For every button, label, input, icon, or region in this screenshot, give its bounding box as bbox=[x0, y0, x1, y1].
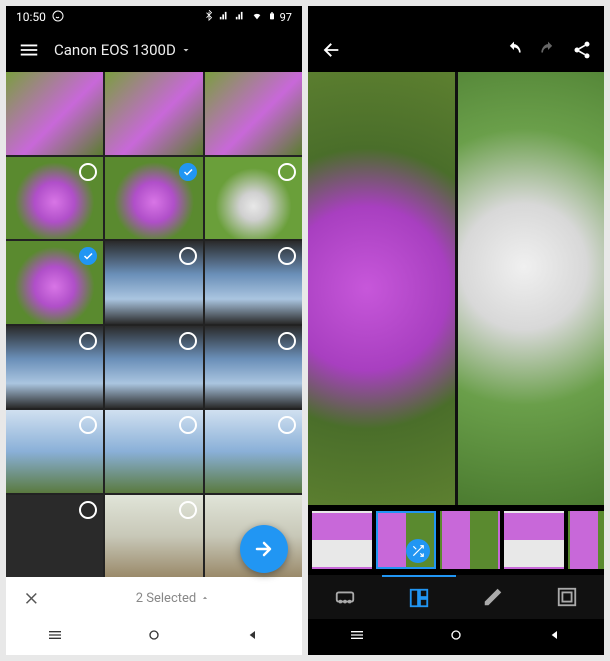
selected-check-icon[interactable] bbox=[79, 247, 97, 265]
album-dropdown[interactable]: Canon EOS 1300D bbox=[54, 41, 290, 59]
status-bar: 10:50 97 bbox=[6, 6, 302, 28]
selection-circle-icon[interactable] bbox=[179, 416, 197, 434]
photo-thumbnail[interactable] bbox=[105, 410, 202, 493]
shuffle-icon[interactable] bbox=[406, 539, 430, 563]
photo-grid bbox=[6, 72, 302, 577]
preview-pane-right[interactable] bbox=[458, 72, 605, 505]
selection-circle-icon[interactable] bbox=[179, 247, 197, 265]
menu-icon[interactable] bbox=[18, 39, 40, 61]
photo-thumbnail[interactable] bbox=[205, 241, 302, 324]
battery-percent: 97 bbox=[280, 11, 292, 24]
tab-edit[interactable] bbox=[456, 575, 530, 619]
layout-option[interactable] bbox=[312, 511, 372, 569]
next-button[interactable] bbox=[240, 525, 288, 573]
status-bar bbox=[308, 6, 604, 28]
selection-circle-icon[interactable] bbox=[278, 416, 296, 434]
selection-circle-icon[interactable] bbox=[179, 501, 197, 519]
photo-thumbnail[interactable] bbox=[6, 410, 103, 493]
selection-circle-icon[interactable] bbox=[278, 332, 296, 350]
selection-circle-icon[interactable] bbox=[79, 416, 97, 434]
nav-bar bbox=[308, 619, 604, 655]
layout-option[interactable] bbox=[440, 511, 500, 569]
photo-thumbnail[interactable] bbox=[105, 241, 202, 324]
selected-check-icon[interactable] bbox=[179, 163, 197, 181]
photo-thumbnail[interactable] bbox=[205, 72, 302, 155]
selection-circle-icon[interactable] bbox=[79, 163, 97, 181]
layout-option[interactable] bbox=[504, 511, 564, 569]
nav-home-icon[interactable] bbox=[146, 627, 162, 647]
tab-aspect[interactable] bbox=[308, 575, 382, 619]
editor-tabs bbox=[308, 575, 604, 619]
layout-option[interactable] bbox=[376, 511, 436, 569]
selection-circle-icon[interactable] bbox=[179, 332, 197, 350]
layout-carousel[interactable] bbox=[308, 505, 604, 575]
editor-toolbar bbox=[308, 28, 604, 72]
tab-border[interactable] bbox=[530, 575, 604, 619]
photo-thumbnail[interactable] bbox=[6, 495, 103, 578]
selection-circle-icon[interactable] bbox=[79, 332, 97, 350]
editor-screen bbox=[308, 6, 604, 655]
wifi-icon bbox=[250, 10, 264, 24]
photo-thumbnail[interactable] bbox=[105, 495, 202, 578]
gallery-screen: 10:50 97 Canon EOS 1300D bbox=[6, 6, 302, 655]
nav-menu-icon[interactable] bbox=[47, 627, 63, 647]
photo-thumbnail[interactable] bbox=[6, 241, 103, 324]
nav-home-icon[interactable] bbox=[448, 627, 464, 647]
close-icon[interactable] bbox=[22, 589, 40, 607]
signal-icon bbox=[218, 10, 230, 24]
battery-icon bbox=[268, 10, 276, 25]
bluetooth-icon bbox=[204, 10, 214, 25]
photo-thumbnail[interactable] bbox=[105, 326, 202, 409]
gallery-toolbar: Canon EOS 1300D bbox=[6, 28, 302, 72]
arrow-right-icon bbox=[252, 537, 276, 561]
back-icon[interactable] bbox=[320, 39, 342, 61]
signal-icon-2 bbox=[234, 10, 246, 24]
chevron-up-icon bbox=[200, 593, 210, 603]
selection-count[interactable]: 2 Selected bbox=[60, 591, 286, 606]
photo-thumbnail[interactable] bbox=[6, 72, 103, 155]
preview-pane-left[interactable] bbox=[308, 72, 455, 505]
nav-back-icon[interactable] bbox=[547, 627, 563, 647]
photo-thumbnail[interactable] bbox=[6, 326, 103, 409]
photo-thumbnail[interactable] bbox=[105, 157, 202, 240]
album-title: Canon EOS 1300D bbox=[54, 41, 176, 59]
whatsapp-icon bbox=[52, 10, 64, 25]
undo-icon[interactable] bbox=[504, 40, 524, 60]
selection-circle-icon[interactable] bbox=[278, 247, 296, 265]
nav-bar bbox=[6, 619, 302, 655]
redo-icon[interactable] bbox=[538, 40, 558, 60]
nav-back-icon[interactable] bbox=[245, 627, 261, 647]
photo-thumbnail[interactable] bbox=[205, 326, 302, 409]
chevron-down-icon bbox=[180, 44, 192, 56]
selection-circle-icon[interactable] bbox=[278, 163, 296, 181]
layout-option[interactable] bbox=[568, 511, 604, 569]
selection-circle-icon[interactable] bbox=[79, 501, 97, 519]
nav-menu-icon[interactable] bbox=[349, 627, 365, 647]
collage-preview[interactable] bbox=[308, 72, 604, 505]
share-icon[interactable] bbox=[572, 40, 592, 60]
photo-thumbnail[interactable] bbox=[105, 72, 202, 155]
selection-bar: 2 Selected bbox=[6, 577, 302, 619]
status-time: 10:50 bbox=[16, 10, 46, 25]
photo-thumbnail[interactable] bbox=[205, 157, 302, 240]
tab-layout[interactable] bbox=[382, 575, 456, 619]
photo-thumbnail[interactable] bbox=[205, 410, 302, 493]
photo-thumbnail[interactable] bbox=[6, 157, 103, 240]
